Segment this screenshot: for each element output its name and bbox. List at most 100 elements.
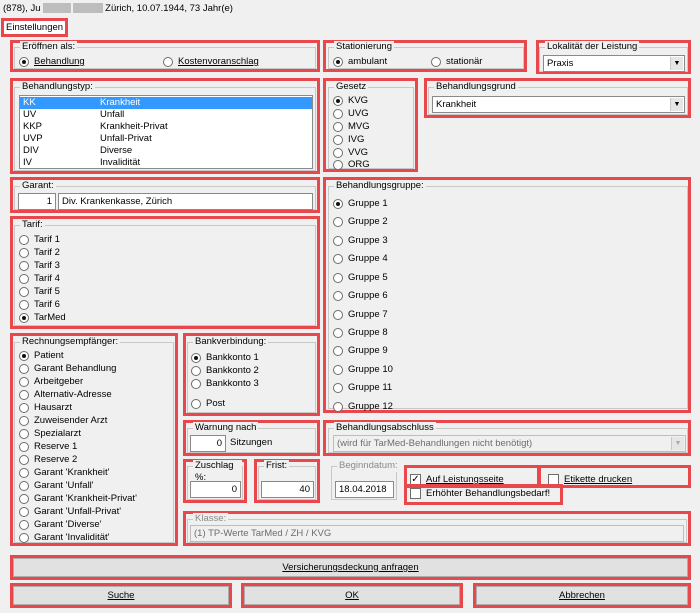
rechnung-option-radio[interactable]: Reserve 2 [19, 453, 77, 466]
rechnung-option-radio[interactable]: Arbeitgeber [19, 375, 83, 388]
abbrechen-button[interactable]: Abbrechen [476, 586, 688, 605]
radio-icon [333, 290, 343, 301]
radio-icon [333, 108, 343, 119]
gruppe-11-radio[interactable]: Gruppe 11 [333, 381, 392, 394]
gesetz-mvg-radio[interactable]: MVG [333, 120, 370, 133]
radio-selected-icon [333, 198, 343, 209]
gesetz-org-radio[interactable]: ORG [333, 158, 370, 171]
gesetz-kvg-radio[interactable]: KVG [333, 94, 368, 107]
gesetz-ivg-radio[interactable]: IVG [333, 133, 364, 146]
rechnung-option-label: Garant 'Unfall-Privat' [34, 506, 122, 517]
rechnung-option-radio[interactable]: Zuweisender Arzt [19, 414, 107, 427]
list-item[interactable]: IV Invalidität [20, 157, 312, 168]
tarif-option-label: Tarif 2 [34, 247, 60, 258]
klasse-group: Klasse: (1) TP-Werte TarMed / ZH / KVG [187, 513, 687, 543]
tarif-3-radio[interactable]: Tarif 3 [19, 259, 60, 272]
radio-icon [333, 147, 343, 158]
tarif-label: Tarif: [20, 219, 45, 231]
post-radio[interactable]: Post [191, 397, 225, 410]
radio-icon [333, 345, 343, 356]
list-item[interactable]: KK Krankheit [20, 97, 312, 109]
chevron-down-icon[interactable]: ▼ [670, 57, 683, 70]
list-item[interactable]: UV Unfall [20, 109, 312, 121]
radio-selected-icon [333, 56, 343, 67]
tarif-2-radio[interactable]: Tarif 2 [19, 246, 60, 259]
rechnung-option-radio[interactable]: Garant 'Krankheit-Privat' [19, 492, 137, 505]
garant-name-field[interactable]: Div. Krankenkasse, Zürich [58, 193, 313, 210]
zuschlag-input[interactable]: 0 [190, 481, 241, 498]
list-item[interactable]: DIV Diverse [20, 145, 312, 157]
radio-selected-icon [19, 56, 29, 67]
bankkonto-2-radio[interactable]: Bankkonto 2 [191, 364, 259, 377]
radio-icon [333, 134, 343, 145]
bankkonto-1-radio[interactable]: Bankkonto 1 [191, 351, 259, 364]
gruppe-6-radio[interactable]: Gruppe 6 [333, 289, 388, 302]
list-item-code: KKP [23, 121, 43, 132]
gruppe-10-radio[interactable]: Gruppe 10 [333, 363, 393, 376]
eroeffnen-behandlung-radio[interactable]: Behandlung [19, 55, 85, 68]
rechnung-option-radio[interactable]: Garant 'Unfall' [19, 479, 94, 492]
stationaer-radio[interactable]: stationär [431, 55, 482, 68]
list-item-name: Invalidität [100, 157, 141, 168]
ambulant-radio[interactable]: ambulant [333, 55, 387, 68]
gesetz-uvg-radio[interactable]: UVG [333, 107, 369, 120]
rechnung-option-radio[interactable]: Alternativ-Adresse [19, 388, 112, 401]
behandlungstyp-group: Behandlungstyp: KK Krankheit UV Unfall KKP… [14, 81, 316, 171]
klasse-value: (1) TP-Werte TarMed / ZH / KVG [194, 528, 332, 539]
gruppe-3-radio[interactable]: Gruppe 3 [333, 234, 388, 247]
gruppe-label: Gruppe 4 [348, 253, 388, 264]
stationierung-label: Stationierung [334, 41, 394, 53]
chevron-down-icon[interactable]: ▼ [670, 98, 683, 111]
eroeffnen-kostenvoranschlag-radio[interactable]: Kostenvoranschlag [163, 55, 259, 68]
radio-icon [19, 532, 29, 543]
rechnung-option-radio[interactable]: Garant 'Invalidität' [19, 531, 109, 544]
radio-icon [19, 428, 29, 439]
radio-icon [19, 247, 29, 258]
gruppe-2-radio[interactable]: Gruppe 2 [333, 215, 388, 228]
checkbox-icon [410, 488, 421, 499]
tarif-5-radio[interactable]: Tarif 5 [19, 285, 60, 298]
frist-value: 40 [299, 484, 310, 495]
behandlungsgrund-select[interactable]: Krankheit ▼ [432, 96, 685, 113]
tarif-6-radio[interactable]: Tarif 6 [19, 298, 60, 311]
tab-einstellungen[interactable]: Einstellungen [1, 18, 68, 37]
chevron-down-icon[interactable]: ▼ [671, 437, 684, 450]
tarif-1-radio[interactable]: Tarif 1 [19, 233, 60, 246]
lokalitaet-select[interactable]: Praxis ▼ [543, 55, 685, 72]
rechnung-option-radio[interactable]: Patient [19, 349, 64, 362]
tarif-tarmed-radio[interactable]: TarMed [19, 311, 66, 324]
gruppe-8-radio[interactable]: Gruppe 8 [333, 326, 388, 339]
garant-number-input[interactable]: 1 [18, 193, 56, 210]
rechnung-option-radio[interactable]: Garant 'Krankheit' [19, 466, 109, 479]
gruppe-1-radio[interactable]: Gruppe 1 [333, 197, 388, 210]
zuschlag-value: 0 [231, 484, 237, 495]
list-item[interactable]: UVP Unfall-Privat [20, 133, 312, 145]
gruppe-9-radio[interactable]: Gruppe 9 [333, 344, 388, 357]
rechnung-option-label: Garant 'Krankheit' [34, 467, 110, 478]
gruppe-4-radio[interactable]: Gruppe 4 [333, 252, 388, 265]
bank-group: Bankverbindung: Bankkonto 1 Bankkonto 2 … [187, 336, 316, 413]
rechnung-option-radio[interactable]: Garant 'Unfall-Privat' [19, 505, 121, 518]
abschluss-select[interactable]: (wird für TarMed-Behandlungen nicht benö… [333, 435, 686, 452]
gruppe-12-radio[interactable]: Gruppe 12 [333, 400, 393, 413]
ok-button[interactable]: OK [244, 586, 460, 605]
suche-button[interactable]: Suche [13, 586, 229, 605]
lokalitaet-group: Lokalität der Leistung Praxis ▼ [539, 41, 688, 72]
gruppe-5-radio[interactable]: Gruppe 5 [333, 271, 388, 284]
erhoehter-checkbox[interactable]: Erhöhter Behandlungsbedarf! [410, 487, 550, 500]
behandlungstyp-list[interactable]: KK Krankheit UV Unfall KKP Krankheit-Privat… [19, 95, 313, 169]
gruppe-7-radio[interactable]: Gruppe 7 [333, 308, 388, 321]
bankkonto-3-radio[interactable]: Bankkonto 3 [191, 377, 259, 390]
warnung-input[interactable]: 0 [190, 435, 226, 452]
rechnung-option-radio[interactable]: Garant Behandlung [19, 362, 116, 375]
versicherung-anfragen-button[interactable]: Versicherungsdeckung anfragen [13, 558, 688, 577]
list-item[interactable]: KKP Krankheit-Privat [20, 121, 312, 133]
rechnung-option-radio[interactable]: Hausarzt [19, 401, 72, 414]
tarif-4-radio[interactable]: Tarif 4 [19, 272, 60, 285]
rechnung-option-radio[interactable]: Spezialarzt [19, 427, 81, 440]
klasse-field[interactable]: (1) TP-Werte TarMed / ZH / KVG [190, 525, 684, 542]
rechnung-option-radio[interactable]: Garant 'Diverse' [19, 518, 102, 531]
frist-input[interactable]: 40 [261, 481, 314, 498]
beginn-input[interactable]: 18.04.2018 [335, 481, 394, 498]
rechnung-option-radio[interactable]: Reserve 1 [19, 440, 77, 453]
